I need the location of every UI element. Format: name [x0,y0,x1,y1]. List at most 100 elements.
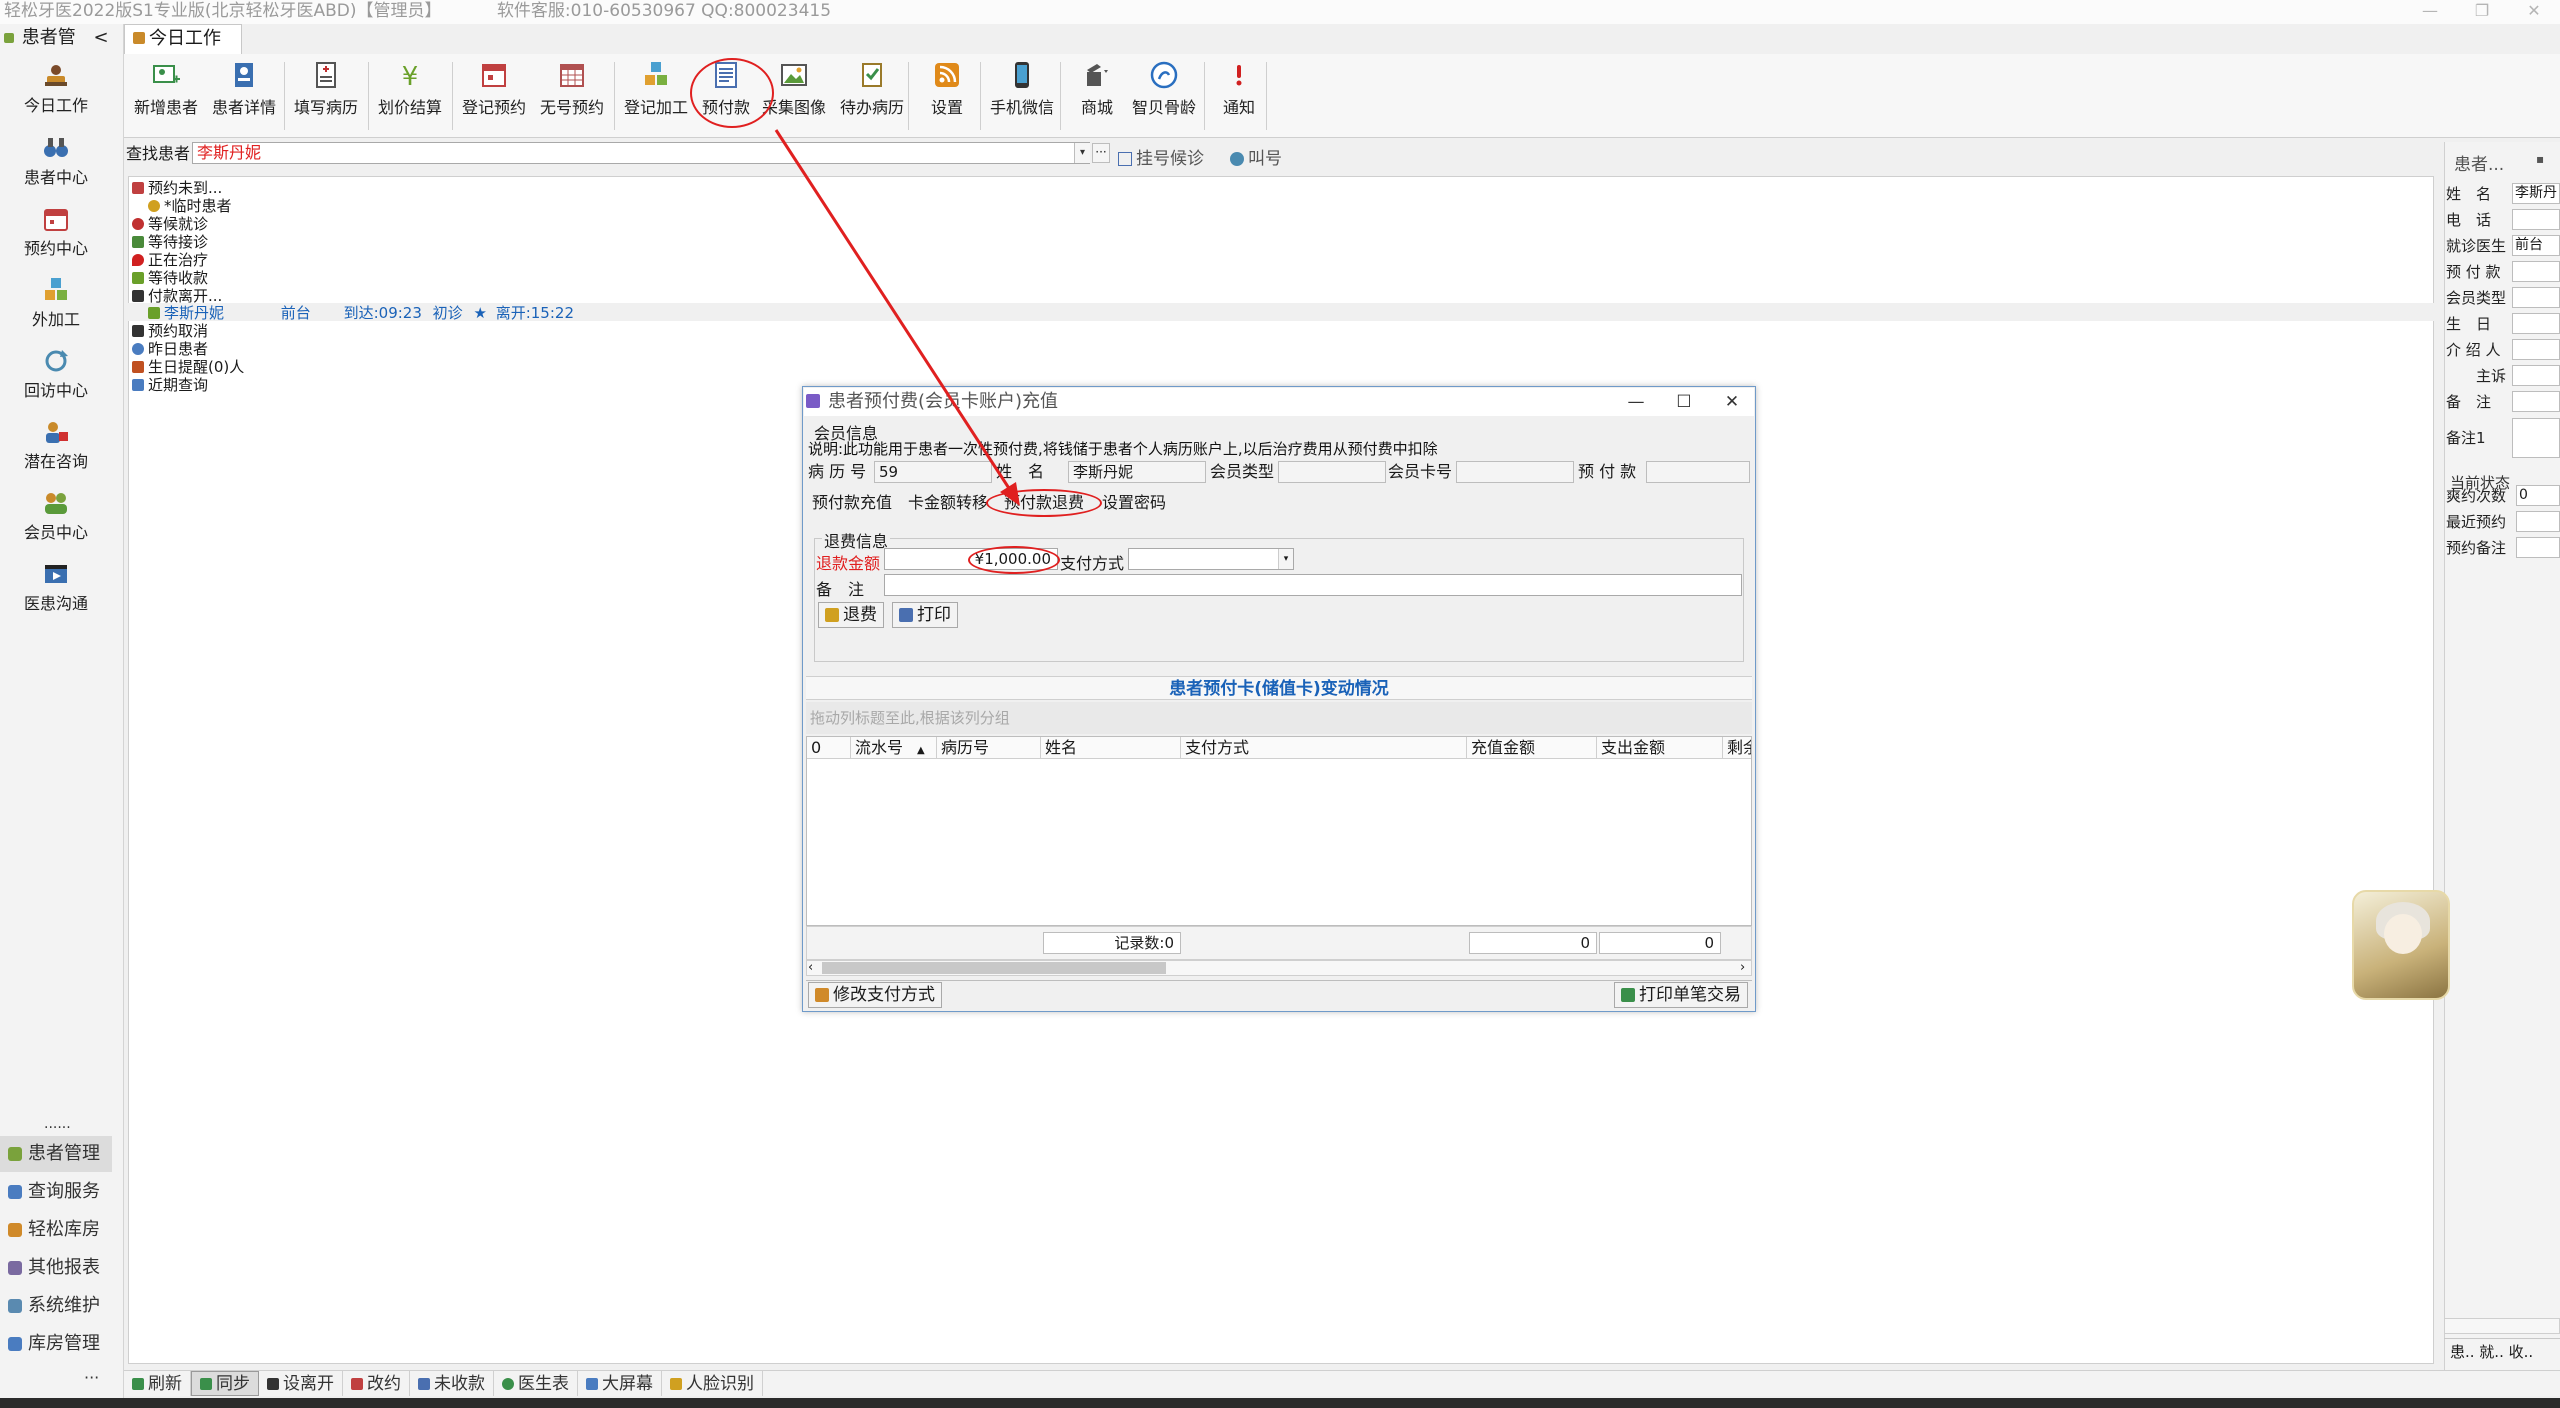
refresh-button[interactable]: 刷新 [124,1371,191,1396]
search-patient-input[interactable]: 李斯丹妮 [192,142,1090,164]
people-icon [132,236,144,248]
print-button[interactable]: 打印 [892,602,958,628]
column-header-index[interactable]: 0 [807,737,851,759]
sidebar-item-today-work[interactable]: 今日工作 [0,62,112,116]
info-label-complaint: 主诉 [2476,367,2507,385]
column-header-pay-method[interactable]: 支付方式 [1181,737,1467,759]
reschedule-button[interactable]: 改约 [343,1371,410,1396]
sidebar-item-potential-consult[interactable]: 潜在咨询 [0,418,112,472]
column-header-record-no[interactable]: 病历号 [937,737,1041,759]
close-button[interactable]: ✕ [2508,0,2560,24]
scroll-right-icon[interactable]: › [1740,960,1745,975]
nav-query-service[interactable]: 查询服务 [0,1174,112,1210]
more-icon[interactable]: ··· [84,1368,99,1387]
write-record-button[interactable]: 填写病历 [290,60,362,124]
right-panel-scrollbar[interactable] [2444,1318,2560,1334]
modify-pay-method-button[interactable]: 修改支付方式 [808,982,942,1008]
column-header-remaining[interactable]: 剩余 [1723,737,1751,759]
tree-node-waiting-payment[interactable]: 等待收款 [132,269,208,287]
column-header-expense-amount[interactable]: 支出金额 [1597,737,1723,759]
group-by-hint[interactable]: 拖动列标题至此,根据该列分组 [806,702,1752,734]
sidebar-item-external-processing[interactable]: 外加工 [0,276,112,330]
tree-node-appointment-not-arrived[interactable]: 预约未到... [132,179,222,197]
bone-age-button[interactable]: 智贝骨龄 [1126,60,1202,124]
right-panel-tabs[interactable]: 患.. 就.. 收.. [2444,1338,2560,1364]
member-type-field [1278,461,1386,483]
nav-system-maintenance[interactable]: 系统维护 [0,1288,112,1324]
face-recognition-button[interactable]: 人脸识别 [662,1371,763,1396]
sidebar-item-member-center[interactable]: 会员中心 [0,489,112,543]
sidebar-item-patient-center[interactable]: 患者中心 [0,134,112,188]
tree-node-paid-left[interactable]: 付款离开... [132,287,222,305]
nav-other-reports[interactable]: 其他报表 [0,1250,112,1286]
sidebar-item-follow-up-center[interactable]: 回访中心 [0,347,112,401]
calendar-icon [132,325,144,337]
scroll-left-icon[interactable]: ‹ [808,960,813,975]
sync-button[interactable]: 同步 [191,1371,259,1396]
mall-button[interactable]: 商城 [1062,60,1132,124]
restore-button[interactable]: ❐ [2456,0,2508,24]
print-single-transaction-button[interactable]: 打印单笔交易 [1614,982,1748,1008]
dialog-maximize-button[interactable]: ☐ [1662,388,1706,416]
tree-node-appointment-cancel[interactable]: 预约取消 [132,322,208,340]
tree-node-waiting-reception[interactable]: 等待接诊 [132,233,208,251]
toolbar-label: 商城 [1080,98,1113,117]
refund-note-input[interactable] [884,574,1742,596]
doctor-table-button[interactable]: 医生表 [494,1371,578,1396]
pin-icon[interactable]: ▪ [2536,152,2544,166]
big-screen-button[interactable]: 大屏幕 [578,1371,662,1396]
nav-easy-storeroom[interactable]: 轻松库房 [0,1212,112,1248]
status-label: 人脸识别 [686,1373,754,1394]
minimize-button[interactable]: — [2404,0,2456,24]
tree-patient-row[interactable]: 李斯丹妮 前台 到达:09:23 初诊 ★ 离开:15:22 [148,304,574,322]
chevron-down-icon[interactable]: ▾ [1278,549,1293,569]
notify-button[interactable]: 通知 [1204,60,1274,124]
pricing-settlement-button[interactable]: ¥ 划价结算 [374,60,446,124]
assistant-avatar[interactable] [2352,890,2450,1000]
set-leave-button[interactable]: 设离开 [259,1371,343,1396]
tab-prepay-recharge[interactable]: 预付款充值 [812,492,892,514]
print-single-label: 打印单笔交易 [1639,985,1741,1005]
column-header-name[interactable]: 姓名 [1041,737,1181,759]
tree-node-temp-patient[interactable]: *临时患者 [148,197,232,215]
todo-records-button[interactable]: 待办病历 [836,60,908,124]
tree-node-yesterday-patients[interactable]: 昨日患者 [132,340,208,358]
nav-storeroom-management[interactable]: 库房管理 [0,1326,112,1362]
tree-node-birthday-reminder[interactable]: 生日提醒(0)人 [132,358,244,376]
sidebar-header[interactable]: 患者管 < [0,24,124,54]
settings-button[interactable]: 设置 [912,60,982,124]
refund-button[interactable]: 退费 [818,602,884,628]
tab-set-password[interactable]: 设置密码 [1102,492,1166,514]
register-appointment-button[interactable]: 登记预约 [458,60,530,124]
prepay-field [1646,461,1750,483]
tab-today-work[interactable]: 今日工作 [124,24,242,54]
sidebar-item-doctor-patient-comm[interactable]: 医患沟通 [0,560,112,614]
tree-node-waiting-visit[interactable]: 等候就诊 [132,215,208,233]
info-value-doctor: 前台 [2512,235,2560,256]
call-number-button[interactable]: 叫号 [1230,144,1282,169]
column-header-serial[interactable]: 流水号 ▲ [851,737,937,759]
search-dropdown-icon[interactable]: ▾ [1074,143,1090,163]
tab-card-transfer[interactable]: 卡金额转移 [908,492,988,514]
dialog-minimize-button[interactable]: — [1614,388,1658,416]
patient-details-button[interactable]: 患者详情 [208,60,280,124]
search-more-button[interactable]: ··· [1092,143,1110,163]
nav-patient-management[interactable]: 患者管理 [0,1136,112,1172]
pay-method-select[interactable] [1128,548,1294,570]
tree-node-recent-query[interactable]: 近期查询 [132,376,208,394]
status-label-appointment-note: 预约备注 [2446,539,2507,557]
mobile-wechat-button[interactable]: 手机微信 [984,60,1060,124]
column-header-charge-amount[interactable]: 充值金额 [1467,737,1597,759]
add-patient-button[interactable]: 新增患者 [130,60,202,124]
no-number-appointment-button[interactable]: 无号预约 [536,60,608,124]
tree-node-in-treatment[interactable]: 正在治疗 [132,251,208,269]
collapse-icon[interactable]: < [93,27,108,48]
unpaid-button[interactable]: 未收款 [410,1371,494,1396]
dialog-close-button[interactable]: ✕ [1710,388,1754,416]
call-icon [1230,152,1244,166]
register-processing-button[interactable]: 登记加工 [620,60,692,124]
scrollbar-thumb[interactable] [822,962,1166,974]
toolbar-separator [980,62,981,130]
sidebar-item-appointment-center[interactable]: 预约中心 [0,205,112,259]
queue-waiting-button[interactable]: 挂号候诊 [1118,144,1204,169]
